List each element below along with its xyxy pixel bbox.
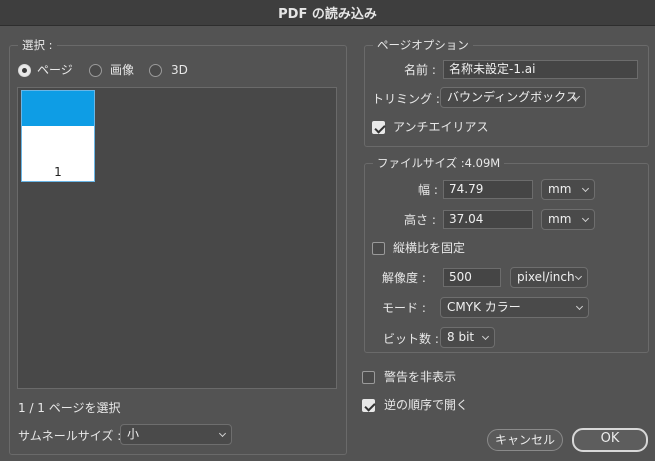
height-value: 37.04 [449, 212, 484, 226]
width-unit-select[interactable]: mm [541, 179, 595, 200]
thumbnail-size-value: 小 [127, 427, 140, 441]
thumbnail-area[interactable]: 1 [17, 87, 337, 389]
constrain-ratio-label[interactable]: 縦横比を固定 [393, 240, 465, 256]
chevron-down-icon [574, 272, 583, 281]
chevron-down-icon [581, 184, 590, 193]
page-count-text: 1 / 1 ページを選択 [18, 401, 121, 415]
bitdepth-label: ビット数 : [383, 332, 439, 346]
select-group-legend: 選択 : [18, 38, 57, 53]
resolution-label: 解像度 : [382, 271, 426, 285]
radio-image-label[interactable]: 画像 [110, 62, 134, 78]
page-options-legend: ページオプション [373, 38, 473, 53]
thumbnail-color-band [22, 91, 94, 126]
antialias-checkbox[interactable] [372, 121, 385, 134]
reverse-order-label[interactable]: 逆の順序で開く [384, 397, 468, 413]
ok-button[interactable]: OK [572, 428, 648, 452]
page-thumbnail[interactable]: 1 [21, 90, 95, 182]
resolution-unit-value: pixel/inch [517, 270, 575, 284]
file-size-legend: ファイルサイズ :4.09M [373, 156, 505, 171]
trim-label: トリミング : [372, 92, 440, 106]
height-field[interactable]: 37.04 [443, 210, 533, 229]
trim-value: バウンディングボックス [447, 90, 578, 104]
mode-label: モード : [382, 301, 426, 315]
thumbnail-page-number: 1 [54, 165, 62, 179]
name-label: 名前 : [404, 63, 436, 77]
radio-3d-label[interactable]: 3D [171, 62, 188, 78]
thumbnail-size-label: サムネールサイズ : [18, 429, 122, 443]
radio-page-label[interactable]: ページ [37, 62, 73, 78]
height-unit-value: mm [548, 212, 572, 226]
reverse-order-checkbox[interactable] [362, 399, 375, 412]
chevron-down-icon [575, 302, 584, 311]
name-field[interactable]: 名称未設定-1.ai [443, 60, 638, 79]
chevron-down-icon [481, 332, 490, 341]
chevron-down-icon [581, 214, 590, 223]
width-unit-value: mm [548, 182, 572, 196]
radio-page[interactable] [18, 64, 31, 77]
bitdepth-value: 8 bit [447, 330, 475, 344]
radio-image[interactable] [89, 64, 102, 77]
radio-3d[interactable] [149, 64, 162, 77]
cancel-button[interactable]: キャンセル [487, 429, 563, 451]
resolution-value: 500 [449, 270, 472, 284]
trim-select[interactable]: バウンディングボックス [440, 87, 586, 108]
resolution-field[interactable]: 500 [443, 268, 501, 287]
window-title-bar: PDF の読み込み [0, 0, 655, 26]
antialias-label[interactable]: アンチエイリアス [393, 119, 489, 135]
window-title: PDF の読み込み [278, 7, 377, 22]
suppress-warnings-label[interactable]: 警告を非表示 [384, 369, 456, 385]
mode-value: CMYK カラー [447, 300, 521, 314]
width-field[interactable]: 74.79 [443, 180, 533, 199]
suppress-warnings-checkbox[interactable] [362, 371, 375, 384]
thumbnail-size-select[interactable]: 小 [120, 424, 232, 445]
height-unit-select[interactable]: mm [541, 209, 595, 230]
bitdepth-select[interactable]: 8 bit [440, 327, 495, 348]
mode-select[interactable]: CMYK カラー [440, 297, 589, 318]
width-label: 幅 : [418, 183, 438, 197]
name-field-value: 名称未設定-1.ai [449, 62, 536, 76]
chevron-down-icon [218, 429, 227, 438]
width-value: 74.79 [449, 182, 484, 196]
resolution-unit-select[interactable]: pixel/inch [510, 267, 588, 288]
constrain-ratio-checkbox[interactable] [372, 242, 385, 255]
height-label: 高さ : [404, 213, 436, 227]
